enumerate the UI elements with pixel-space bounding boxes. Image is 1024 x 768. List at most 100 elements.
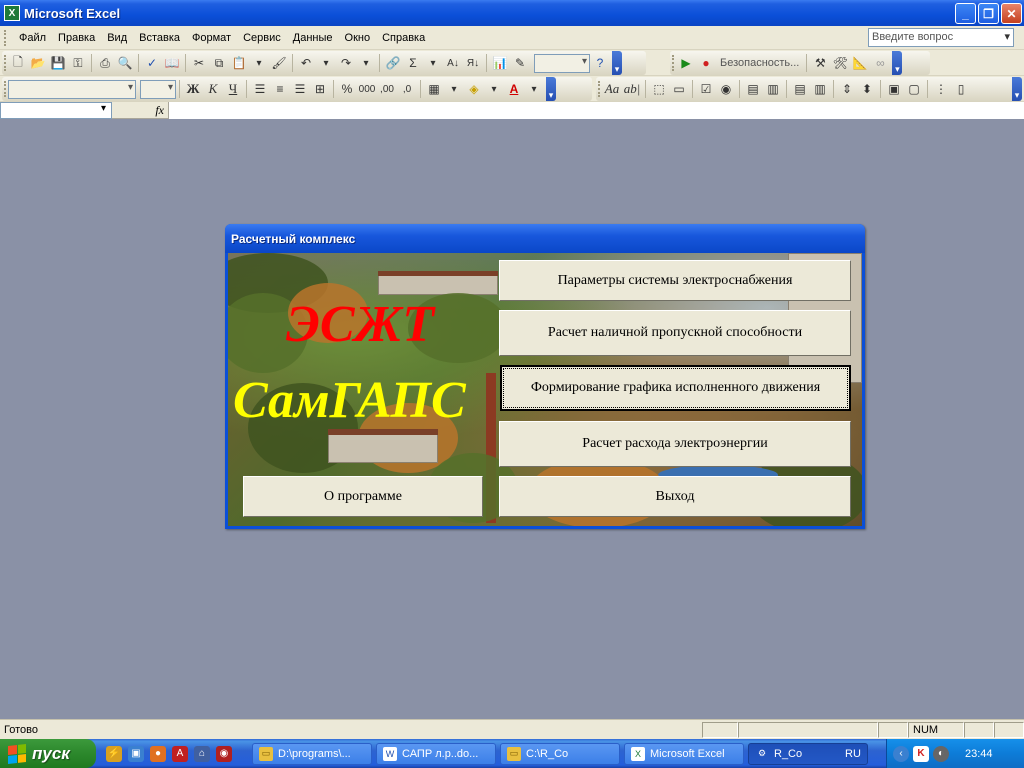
merge-center-icon[interactable]: ⊞ [312, 81, 328, 97]
font-color-dropdown-icon[interactable]: ▾ [526, 81, 542, 97]
quicklaunch-app-icon[interactable]: ⚡ [106, 745, 122, 762]
task-rco-folder[interactable]: ▭ C:\R_Co [500, 742, 620, 765]
zoom-combo[interactable] [534, 53, 590, 73]
button-control-icon[interactable]: ▭ [671, 81, 687, 97]
autosum-icon[interactable]: Σ [405, 55, 421, 71]
option-button-icon[interactable]: ◉ [718, 81, 734, 97]
save-icon[interactable]: 💾 [50, 55, 66, 71]
checkbox-control-icon[interactable]: ☑ [698, 81, 714, 97]
script-editor-icon[interactable]: ∞ [872, 55, 888, 71]
redo-dropdown-icon[interactable]: ▾ [358, 55, 374, 71]
print-preview-icon[interactable]: 🔍 [117, 55, 133, 71]
underline-button[interactable]: Ч [225, 81, 241, 97]
align-center-icon[interactable]: ≡ [272, 81, 288, 97]
energy-consumption-button[interactable]: Расчет расхода электроэнергии [499, 421, 851, 467]
sort-ascending-icon[interactable]: A↓ [445, 55, 461, 71]
task-excel[interactable]: X Microsoft Excel [624, 742, 744, 765]
edit-box-icon[interactable]: ab| [624, 81, 641, 97]
menu-view[interactable]: Вид [101, 30, 133, 46]
percent-style-button[interactable]: % [339, 81, 355, 97]
format-painter-icon[interactable]: 🖌 [271, 55, 287, 71]
combo-box-icon[interactable]: ▥ [765, 81, 781, 97]
cut-icon[interactable]: ✂ [191, 55, 207, 71]
spinner-icon[interactable]: ⬍ [859, 81, 875, 97]
borders-dropdown-icon[interactable]: ▾ [446, 81, 462, 97]
toolbar-options-icon[interactable]: ▾ [546, 77, 556, 101]
scroll-bar-icon[interactable]: ⇕ [839, 81, 855, 97]
throughput-calc-button[interactable]: Расчет наличной пропускной способности [499, 310, 851, 356]
toggle-grid-icon[interactable]: ⋮ [933, 81, 949, 97]
media-icon[interactable]: ◉ [216, 745, 232, 762]
paste-dropdown-icon[interactable]: ▾ [251, 55, 267, 71]
menu-insert[interactable]: Вставка [133, 30, 186, 46]
run-dialog-icon[interactable]: ▯ [953, 81, 969, 97]
combo-dropdown-edit-icon[interactable]: ▥ [812, 81, 828, 97]
borders-icon[interactable]: ▦ [426, 81, 442, 97]
drawing-icon[interactable]: ✎ [512, 55, 528, 71]
spelling-icon[interactable]: ✓ [144, 55, 160, 71]
minimize-button[interactable]: _ [955, 3, 976, 24]
antivirus-icon[interactable]: K [913, 745, 929, 762]
open-icon[interactable]: 📂 [30, 55, 46, 71]
language-indicator[interactable]: RU [845, 748, 861, 760]
fill-color-icon[interactable]: ◈ [466, 81, 482, 97]
increase-decimal-button[interactable]: ,00 [379, 81, 395, 97]
fx-icon[interactable]: fx [112, 102, 168, 118]
show-desktop-icon[interactable]: ▣ [128, 745, 144, 762]
menu-format[interactable]: Формат [186, 30, 237, 46]
menu-tools[interactable]: Сервис [237, 30, 287, 46]
control-properties-icon[interactable]: ▣ [886, 81, 902, 97]
new-icon[interactable]: 🗋 [10, 55, 26, 71]
edit-code-icon[interactable]: ▢ [906, 81, 922, 97]
ask-question-box[interactable]: Введите вопрос [868, 28, 1014, 47]
security-button[interactable]: Безопасность... [716, 57, 803, 69]
toolbar-options-icon[interactable]: ▾ [892, 51, 903, 75]
fill-color-dropdown-icon[interactable]: ▾ [486, 81, 502, 97]
help-icon[interactable]: ? [592, 55, 608, 71]
italic-button[interactable]: К [205, 81, 221, 97]
power-supply-params-button[interactable]: Параметры системы электроснабжения [499, 260, 851, 301]
paste-icon[interactable]: 📋 [231, 55, 247, 71]
decrease-decimal-button[interactable]: ,0 [399, 81, 415, 97]
copy-icon[interactable]: ⧉ [211, 55, 227, 71]
tray-app-icon[interactable]: ◐ [933, 745, 949, 762]
tray-back-icon[interactable]: ‹ [893, 745, 909, 762]
undo-icon[interactable]: ↶ [298, 55, 314, 71]
exit-button[interactable]: Выход [499, 476, 851, 517]
menu-window[interactable]: Окно [339, 30, 377, 46]
formula-input[interactable] [168, 102, 1024, 119]
movement-schedule-button[interactable]: Формирование графика исполненного движен… [500, 365, 851, 411]
font-size-combo[interactable] [140, 79, 176, 99]
name-box[interactable] [0, 102, 112, 119]
menu-data[interactable]: Данные [287, 30, 339, 46]
label-control-icon[interactable]: Aa [604, 81, 620, 97]
toolbar-options-icon[interactable]: ▾ [1012, 77, 1022, 101]
font-color-button[interactable]: A [506, 81, 522, 97]
undo-dropdown-icon[interactable]: ▾ [318, 55, 334, 71]
toolbar-options-icon[interactable]: ▾ [612, 51, 622, 75]
hyperlink-icon[interactable]: 🔗 [385, 55, 401, 71]
align-left-icon[interactable]: ☰ [252, 81, 268, 97]
design-mode-icon[interactable]: 📐 [852, 55, 868, 71]
close-button[interactable]: ✕ [1001, 3, 1022, 24]
menu-help[interactable]: Справка [376, 30, 431, 46]
task-programs-folder[interactable]: ▭ D:\programs\... [252, 742, 372, 765]
redo-icon[interactable]: ↷ [338, 55, 354, 71]
task-word-doc[interactable]: W САПР л.р..do... [376, 742, 496, 765]
menu-edit[interactable]: Правка [52, 30, 101, 46]
research-icon[interactable]: 📖 [164, 55, 180, 71]
about-button[interactable]: О программе [243, 476, 483, 517]
combo-list-edit-icon[interactable]: ▤ [792, 81, 808, 97]
comma-style-button[interactable]: 000 [359, 81, 376, 97]
menu-grip[interactable] [4, 29, 7, 46]
menu-file[interactable]: Файл [13, 30, 52, 46]
run-macro-icon[interactable]: ▶ [678, 55, 694, 71]
align-right-icon[interactable]: ☰ [292, 81, 308, 97]
vb-editor-icon[interactable]: ⚒ [812, 55, 828, 71]
font-name-combo[interactable] [8, 79, 136, 99]
record-macro-icon[interactable]: ● [698, 55, 714, 71]
permission-icon[interactable]: ⚿ [70, 55, 86, 71]
restore-button[interactable]: ❐ [978, 3, 999, 24]
chart-wizard-icon[interactable]: 📊 [492, 55, 508, 71]
sort-descending-icon[interactable]: Я↓ [465, 55, 481, 71]
